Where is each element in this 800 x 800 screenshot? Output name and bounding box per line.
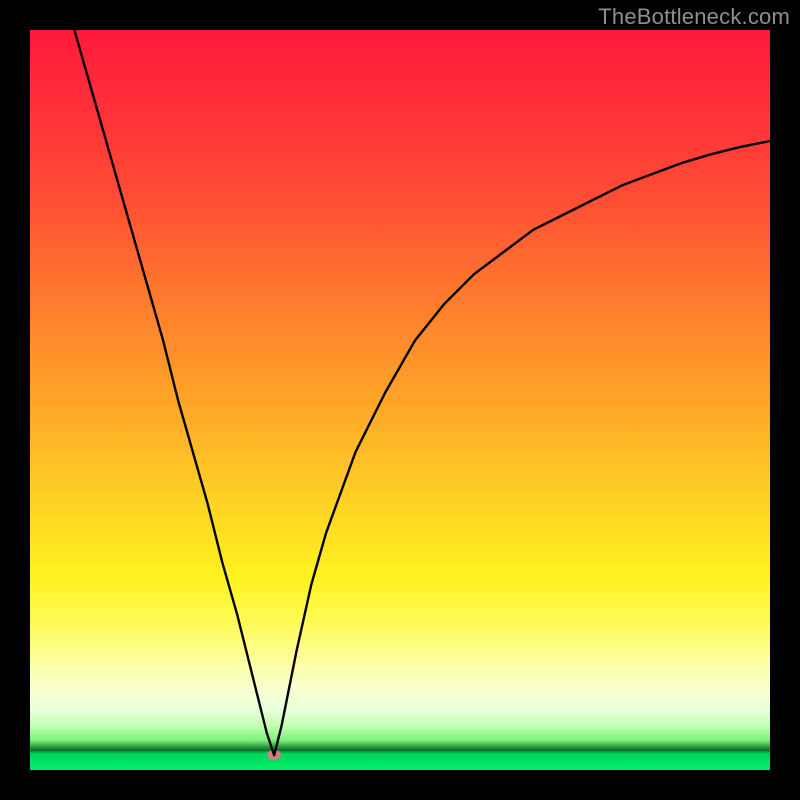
chart-container: TheBottleneck.com: [0, 0, 800, 800]
watermark-text: TheBottleneck.com: [598, 4, 790, 30]
plot-area: [30, 30, 770, 770]
bottleneck-curve: [30, 30, 770, 770]
